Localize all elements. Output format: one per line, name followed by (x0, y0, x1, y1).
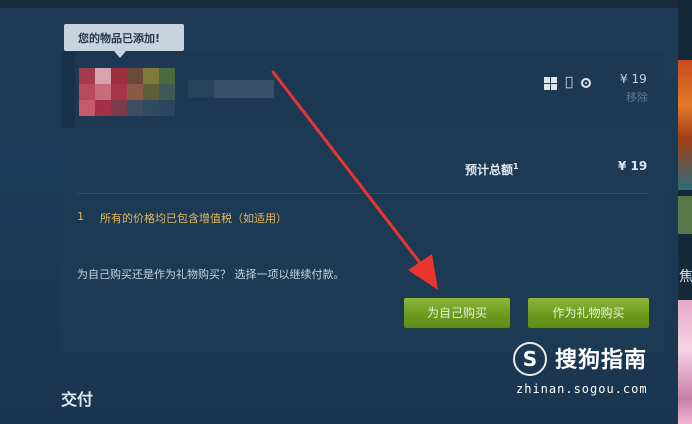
sogou-watermark: S 搜狗指南 zhinan.sogou.com (513, 340, 673, 410)
watermark-url: zhinan.sogou.com (516, 382, 648, 396)
watermark-title: 搜狗指南 (555, 348, 648, 373)
tooltip-text: 您的物品已添加! (78, 32, 161, 45)
sogou-logo-icon: S (513, 342, 547, 376)
item-added-tooltip: 您的物品已添加! (64, 24, 184, 51)
tooltip-arrow (114, 51, 126, 58)
